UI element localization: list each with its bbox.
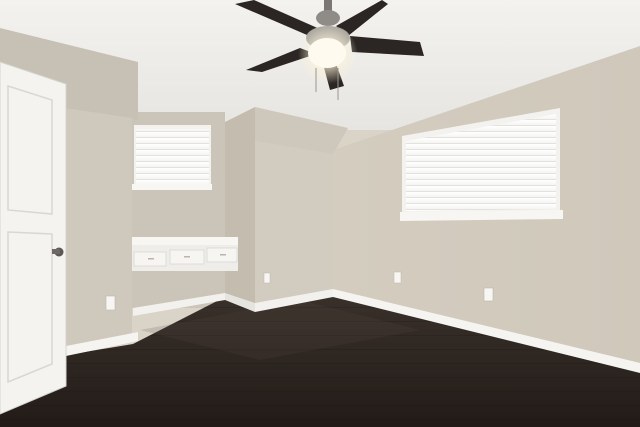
outlet (263, 272, 271, 284)
fan-light-icon (308, 38, 346, 68)
built-in-desk (132, 237, 238, 271)
room-photo (0, 0, 640, 427)
alcove-window-sill (132, 184, 212, 190)
outlet (105, 295, 116, 311)
door (0, 61, 67, 415)
alcove-window (132, 125, 212, 190)
outlet (483, 287, 494, 302)
left-wall (65, 108, 132, 352)
center-column-side (225, 107, 255, 310)
outlet (393, 271, 402, 284)
center-column-front (255, 141, 333, 310)
